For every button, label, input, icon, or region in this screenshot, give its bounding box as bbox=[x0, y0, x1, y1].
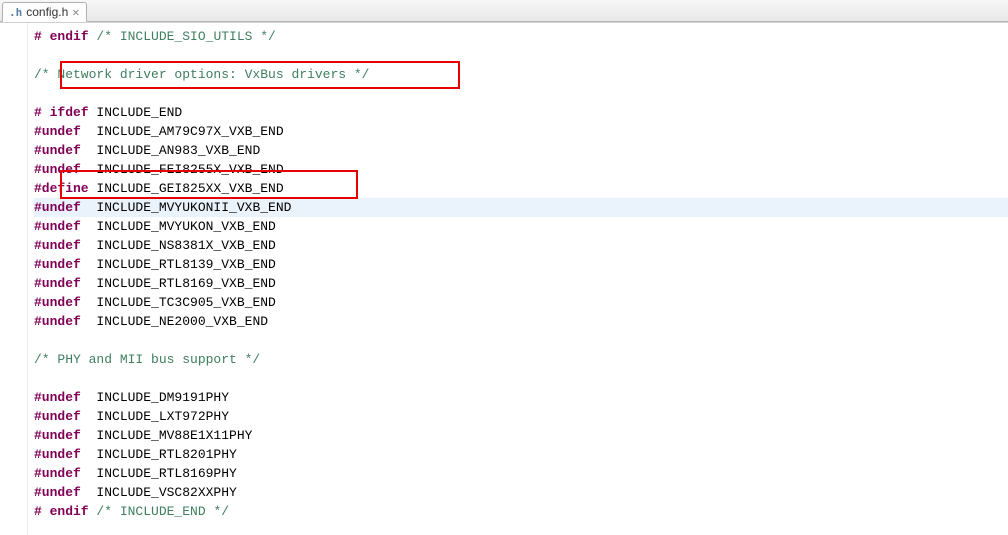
code-text: INCLUDE_RTL8169_VXB_END bbox=[81, 276, 276, 291]
editor-area: # endif /* INCLUDE_SIO_UTILS */ /* Netwo… bbox=[0, 22, 1008, 535]
code-line[interactable]: #undef INCLUDE_NE2000_VXB_END bbox=[34, 312, 1008, 331]
code-text: INCLUDE_MV88E1X11PHY bbox=[81, 428, 253, 443]
h-file-icon: .h bbox=[9, 6, 22, 19]
code-text: INCLUDE_AM79C97X_VXB_END bbox=[81, 124, 284, 139]
preproc-keyword: # ifdef bbox=[34, 105, 89, 120]
code-line[interactable]: #undef INCLUDE_MV88E1X11PHY bbox=[34, 426, 1008, 445]
code-line[interactable]: # endif /* INCLUDE_END */ bbox=[34, 502, 1008, 521]
preproc-keyword: #undef bbox=[34, 466, 81, 481]
code-text: INCLUDE_AN983_VXB_END bbox=[81, 143, 260, 158]
code-line[interactable]: #undef INCLUDE_NS8381X_VXB_END bbox=[34, 236, 1008, 255]
code-text: INCLUDE_DM9191PHY bbox=[81, 390, 229, 405]
code-line[interactable]: #undef INCLUDE_RTL8201PHY bbox=[34, 445, 1008, 464]
code-line[interactable]: #undef INCLUDE_TC3C905_VXB_END bbox=[34, 293, 1008, 312]
preproc-keyword: #undef bbox=[34, 162, 81, 177]
editor-tab-config-h[interactable]: .h config.h ✕ bbox=[2, 2, 87, 22]
code-line[interactable]: #undef INCLUDE_MVYUKON_VXB_END bbox=[34, 217, 1008, 236]
code-text: INCLUDE_GEI825XX_VXB_END bbox=[89, 181, 284, 196]
code-line[interactable]: /* Network driver options: VxBus drivers… bbox=[34, 65, 1008, 84]
preproc-keyword: #undef bbox=[34, 257, 81, 272]
code-text: INCLUDE_FEI8255X_VXB_END bbox=[81, 162, 284, 177]
code-text: INCLUDE_MVYUKONII_VXB_END bbox=[81, 200, 292, 215]
preproc-keyword: #undef bbox=[34, 124, 81, 139]
code-line[interactable]: #undef INCLUDE_VSC82XXPHY bbox=[34, 483, 1008, 502]
preproc-keyword: #define bbox=[34, 181, 89, 196]
code-text: INCLUDE_RTL8169PHY bbox=[81, 466, 237, 481]
preproc-keyword: #undef bbox=[34, 143, 81, 158]
code-text: INCLUDE_NS8381X_VXB_END bbox=[81, 238, 276, 253]
code-editor[interactable]: # endif /* INCLUDE_SIO_UTILS */ /* Netwo… bbox=[28, 23, 1008, 535]
comment-text: /* PHY and MII bus support */ bbox=[34, 352, 260, 367]
code-text: INCLUDE_MVYUKON_VXB_END bbox=[81, 219, 276, 234]
code-line[interactable]: #undef INCLUDE_AN983_VXB_END bbox=[34, 141, 1008, 160]
code-text: INCLUDE_TC3C905_VXB_END bbox=[81, 295, 276, 310]
preproc-keyword: #undef bbox=[34, 219, 81, 234]
close-icon[interactable]: ✕ bbox=[72, 5, 79, 19]
code-line[interactable]: #undef INCLUDE_RTL8139_VXB_END bbox=[34, 255, 1008, 274]
code-line[interactable]: #define INCLUDE_GEI825XX_VXB_END bbox=[34, 179, 1008, 198]
code-line[interactable]: /* PHY and MII bus support */ bbox=[34, 350, 1008, 369]
code-line[interactable]: #undef INCLUDE_AM79C97X_VXB_END bbox=[34, 122, 1008, 141]
preproc-keyword: #undef bbox=[34, 295, 81, 310]
preproc-keyword: #undef bbox=[34, 447, 81, 462]
preproc-keyword: #undef bbox=[34, 314, 81, 329]
code-text: INCLUDE_END bbox=[89, 105, 183, 120]
code-line[interactable] bbox=[34, 46, 1008, 65]
code-text: INCLUDE_LXT972PHY bbox=[81, 409, 229, 424]
code-line[interactable]: # endif /* INCLUDE_SIO_UTILS */ bbox=[34, 27, 1008, 46]
preproc-keyword: #undef bbox=[34, 409, 81, 424]
preproc-keyword: #undef bbox=[34, 428, 81, 443]
editor-gutter bbox=[0, 23, 28, 535]
preproc-keyword: #undef bbox=[34, 200, 81, 215]
code-text: INCLUDE_NE2000_VXB_END bbox=[81, 314, 268, 329]
code-line[interactable]: #undef INCLUDE_FEI8255X_VXB_END bbox=[34, 160, 1008, 179]
code-line[interactable]: #undef INCLUDE_RTL8169_VXB_END bbox=[34, 274, 1008, 293]
code-line[interactable] bbox=[34, 331, 1008, 350]
preproc-keyword: #undef bbox=[34, 485, 81, 500]
code-line[interactable]: #undef INCLUDE_LXT972PHY bbox=[34, 407, 1008, 426]
preproc-keyword: #undef bbox=[34, 238, 81, 253]
code-text: INCLUDE_RTL8139_VXB_END bbox=[81, 257, 276, 272]
code-line[interactable]: #undef INCLUDE_RTL8169PHY bbox=[34, 464, 1008, 483]
code-text: INCLUDE_VSC82XXPHY bbox=[81, 485, 237, 500]
comment-text: /* INCLUDE_SIO_UTILS */ bbox=[96, 29, 275, 44]
preproc-keyword: #undef bbox=[34, 276, 81, 291]
code-line[interactable]: #undef INCLUDE_MVYUKONII_VXB_END bbox=[34, 198, 1008, 217]
code-line[interactable] bbox=[34, 84, 1008, 103]
preproc-keyword: # endif bbox=[34, 504, 89, 519]
tab-filename: config.h bbox=[26, 5, 68, 19]
comment-text: /* Network driver options: VxBus drivers… bbox=[34, 67, 369, 82]
code-line[interactable] bbox=[34, 369, 1008, 388]
comment-text: /* INCLUDE_END */ bbox=[96, 504, 229, 519]
code-line[interactable]: #undef INCLUDE_DM9191PHY bbox=[34, 388, 1008, 407]
code-line[interactable]: # ifdef INCLUDE_END bbox=[34, 103, 1008, 122]
preproc-keyword: #undef bbox=[34, 390, 81, 405]
editor-tab-bar: .h config.h ✕ bbox=[0, 0, 1008, 22]
code-text: INCLUDE_RTL8201PHY bbox=[81, 447, 237, 462]
preproc-keyword: # endif bbox=[34, 29, 89, 44]
